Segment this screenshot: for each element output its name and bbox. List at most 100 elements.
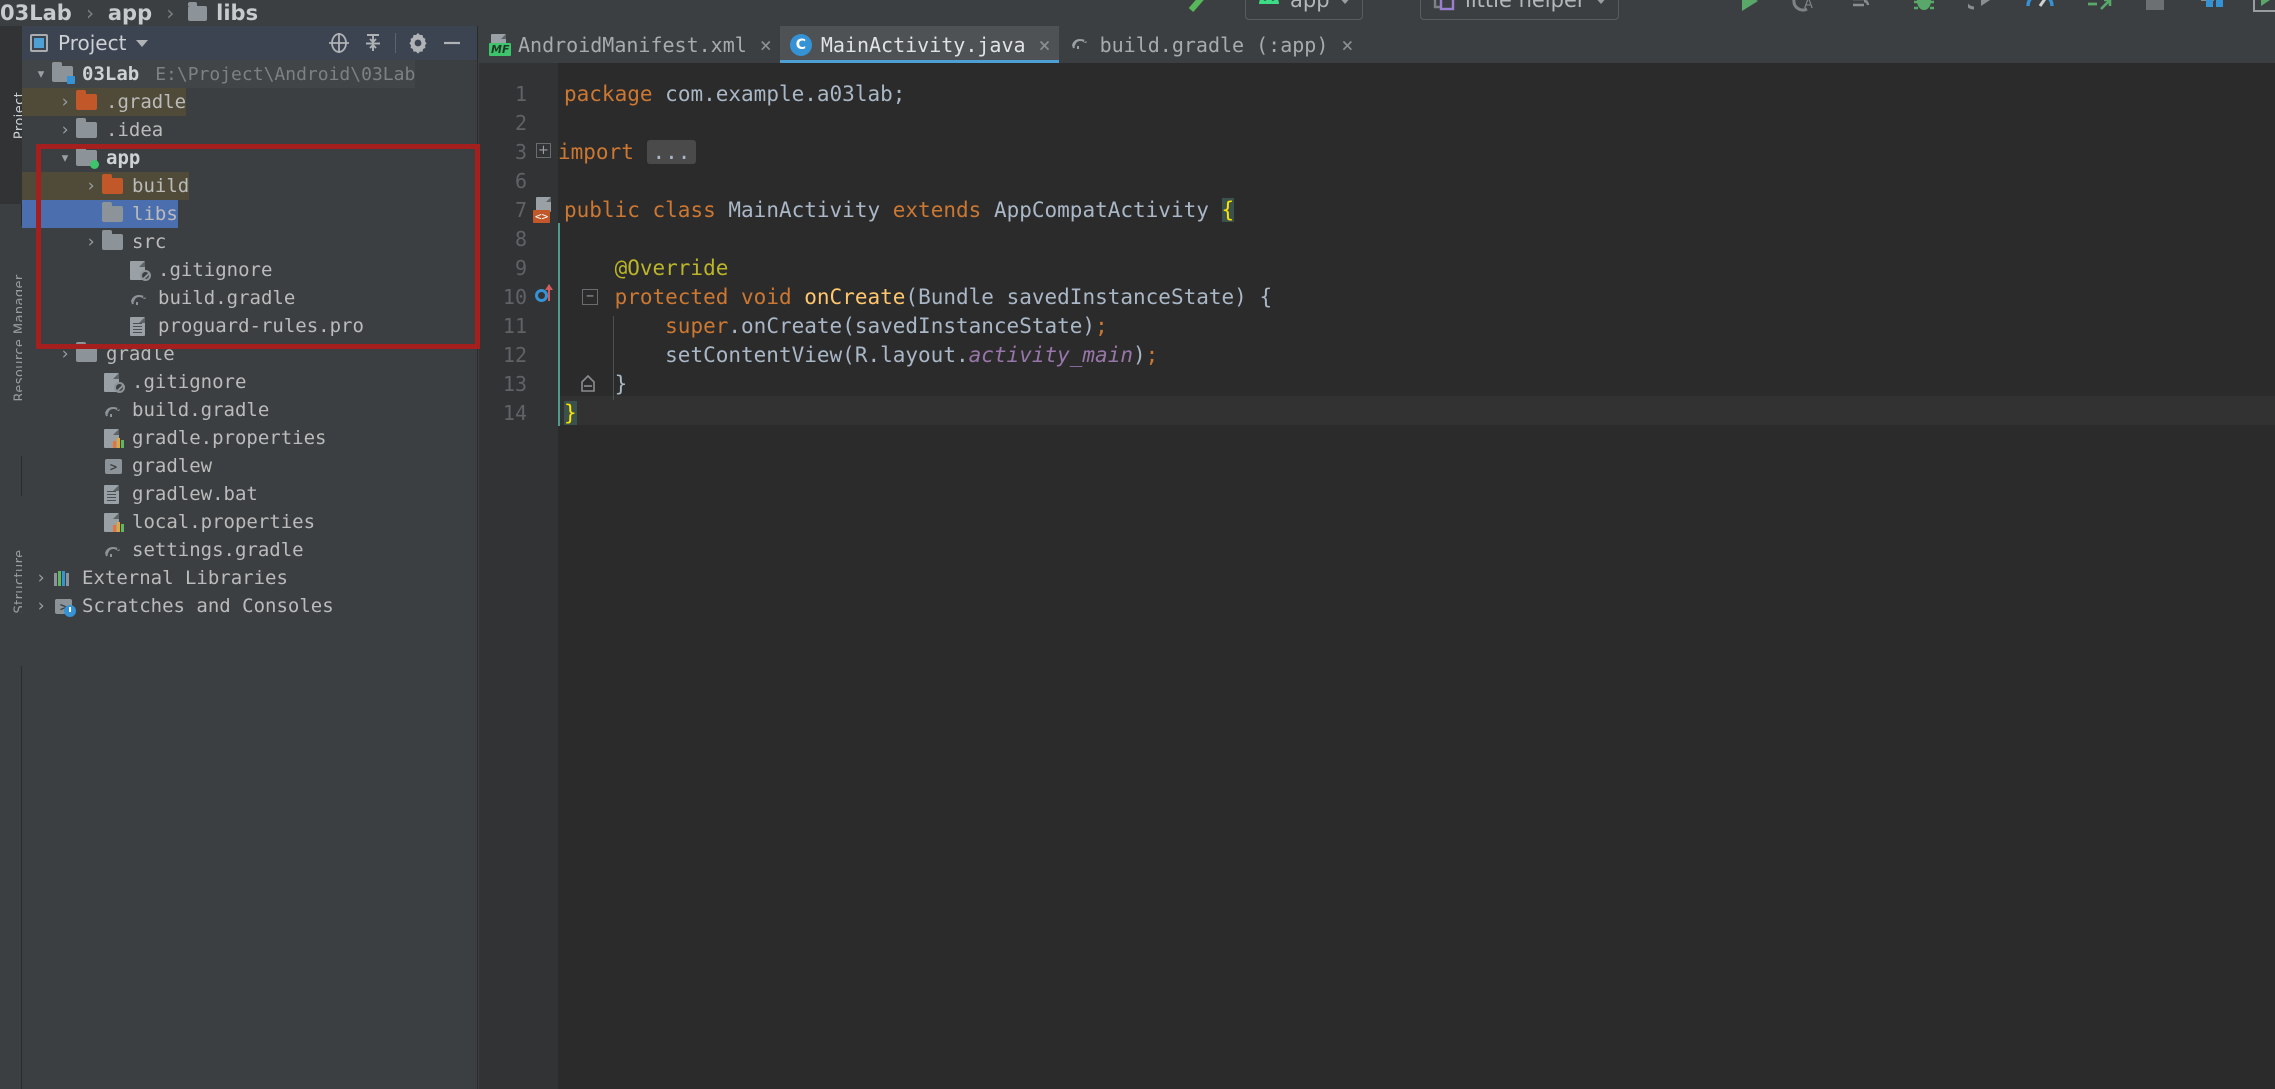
code-text: } <box>614 371 628 396</box>
build-hammer-icon[interactable] <box>1185 0 1215 16</box>
folder-orange-icon <box>102 174 124 196</box>
chevron-right-icon[interactable]: › <box>54 120 76 140</box>
chevron-down-icon <box>1337 0 1352 4</box>
chevron-down-icon[interactable] <box>136 39 149 47</box>
chevron-down-icon[interactable]: ▾ <box>54 148 76 168</box>
folder-grey-icon <box>76 118 98 140</box>
breadcrumb-item-0[interactable]: 03Lab <box>0 1 72 25</box>
breadcrumb-item-2[interactable]: libs <box>188 1 258 25</box>
tree-item-gradle-properties[interactable]: › gradle.properties <box>22 424 326 452</box>
logcat-icon[interactable] <box>1850 0 1878 12</box>
override-method-marker-icon[interactable] <box>535 284 557 307</box>
no-chevron: › <box>106 260 128 280</box>
rail-item-resource-manager[interactable]: Resource Manager <box>0 226 28 456</box>
settings-gear-icon[interactable] <box>401 26 435 60</box>
breadcrumb-label: 03Lab <box>0 1 72 25</box>
select-opened-file-icon[interactable] <box>322 26 356 60</box>
run-configuration-selector[interactable]: little helper <box>1420 0 1619 20</box>
line-number: 1 <box>514 81 527 106</box>
tab-label: MainActivity.java <box>820 32 1026 57</box>
line-number: 3 <box>514 139 527 164</box>
gitignore-file-icon <box>102 372 125 393</box>
tree-item-label: settings.gradle <box>132 539 304 561</box>
tree-item-app-build-gradle[interactable]: › build.gradle <box>22 284 295 312</box>
code-text: import ... <box>558 139 697 164</box>
run-button[interactable] <box>1735 0 1763 15</box>
code-line-10: 10 − protected void onCreate(Bundle save… <box>479 282 2275 311</box>
close-icon[interactable]: × <box>1341 33 1353 57</box>
folder-grey-icon <box>102 230 124 252</box>
device-icon <box>1431 0 1457 12</box>
tree-item-03lab[interactable]: ▾ 03Lab E:\Project\Android\03Lab <box>22 60 416 88</box>
no-chevron: › <box>80 512 102 532</box>
shell-script-icon: > <box>102 456 124 476</box>
chevron-right-icon[interactable]: › <box>54 344 76 364</box>
tree-item-build[interactable]: › build <box>22 172 190 200</box>
fold-expand-icon[interactable]: + <box>536 143 551 158</box>
tree-item-scratches-and-consoles[interactable]: › > Scratches and Consoles <box>22 592 334 620</box>
sdk-manager-icon[interactable] <box>2252 0 2275 13</box>
code-line-14: 14 } <box>479 398 2275 427</box>
line-number: 11 <box>502 313 527 338</box>
tree-item-label: Scratches and Consoles <box>82 595 334 617</box>
tree-item-label: build.gradle <box>132 399 270 421</box>
project-tree[interactable]: ▾ 03Lab E:\Project\Android\03Lab › .grad… <box>22 60 477 1089</box>
module-selector[interactable]: app <box>1245 0 1363 20</box>
line-number: 8 <box>514 226 527 251</box>
gitignore-file-icon <box>128 260 151 281</box>
tree-item-src[interactable]: › src <box>22 228 166 256</box>
chevron-right-icon[interactable]: › <box>80 176 102 196</box>
tree-item-label: 03Lab <box>82 63 140 85</box>
profiler-icon[interactable] <box>2025 0 2055 13</box>
tree-item-root-gitignore[interactable]: › .gitignore <box>22 368 246 396</box>
hide-panel-icon[interactable] <box>435 26 469 60</box>
tree-item-gradle-hidden[interactable]: › .gradle <box>22 88 187 116</box>
stop-icon <box>2143 0 2167 13</box>
project-view-icon <box>30 34 48 52</box>
tree-item-label: .gitignore <box>158 259 273 281</box>
tree-item-app[interactable]: ▾ app <box>22 144 140 172</box>
chevron-right-icon[interactable]: › <box>54 92 76 112</box>
chevron-right-icon[interactable]: › <box>30 596 52 616</box>
tree-item-gradle[interactable]: › gradle <box>22 340 175 368</box>
tree-item-app-gitignore[interactable]: › .gitignore <box>22 256 272 284</box>
code-inspect-icon[interactable]: A <box>1790 0 1818 15</box>
rail-item-project[interactable]: Project <box>0 26 28 204</box>
line-number: 12 <box>502 342 527 367</box>
manifest-file-icon: MF <box>489 33 512 56</box>
no-chevron: › <box>80 540 102 560</box>
breadcrumb-item-1[interactable]: app <box>108 1 152 25</box>
run-to-cursor-icon[interactable] <box>1968 0 1996 13</box>
tree-item-proguard-rules[interactable]: › proguard-rules.pro <box>22 312 364 340</box>
tab-mainactivity-java[interactable]: C MainActivity.java × <box>779 26 1059 63</box>
class-manifest-marker-icon[interactable]: <> <box>533 197 557 223</box>
rail-item-structure[interactable]: Structure <box>0 496 28 666</box>
collapse-all-icon[interactable] <box>356 26 390 60</box>
tree-item-root-build-gradle[interactable]: › build.gradle <box>22 396 269 424</box>
close-icon[interactable]: × <box>760 33 772 57</box>
tab-androidmanifest-xml[interactable]: MF AndroidManifest.xml × <box>479 26 780 63</box>
code-line-7: 7 <> public class MainActivity extends A… <box>479 195 2275 224</box>
tab-build-gradle-app[interactable]: build.gradle (:app) × <box>1059 26 1362 63</box>
chevron-right-icon[interactable]: › <box>30 568 52 588</box>
editor-area: MF AndroidManifest.xml × C MainActivity.… <box>479 26 2275 1089</box>
tree-item-gradlew-bat[interactable]: › gradlew.bat <box>22 480 258 508</box>
close-icon[interactable]: × <box>1039 33 1051 57</box>
tree-item-libs[interactable]: › libs <box>22 200 178 228</box>
code-line-6: 6 <box>479 166 2275 195</box>
no-chevron: › <box>80 400 102 420</box>
tree-item-local-properties[interactable]: › local.properties <box>22 508 315 536</box>
debug-icon[interactable] <box>1910 0 1938 13</box>
tree-item-settings-gradle[interactable]: › settings.gradle <box>22 536 304 564</box>
java-class-icon: C <box>789 33 812 56</box>
chevron-down-icon[interactable]: ▾ <box>30 64 52 84</box>
tree-item-label: .gitignore <box>132 371 247 393</box>
tree-item-external-libraries[interactable]: › External Libraries <box>22 564 288 592</box>
code-canvas[interactable]: 1 package com.example.a03lab; 2 3 + impo… <box>479 63 2275 1089</box>
tree-item-idea[interactable]: › .idea <box>22 116 163 144</box>
chevron-right-icon[interactable]: › <box>80 232 102 252</box>
module-folder-icon <box>52 62 75 84</box>
avd-manager-icon[interactable] <box>2200 0 2228 12</box>
tree-item-gradlew[interactable]: › > gradlew <box>22 452 212 480</box>
apply-changes-icon[interactable] <box>2085 0 2113 13</box>
